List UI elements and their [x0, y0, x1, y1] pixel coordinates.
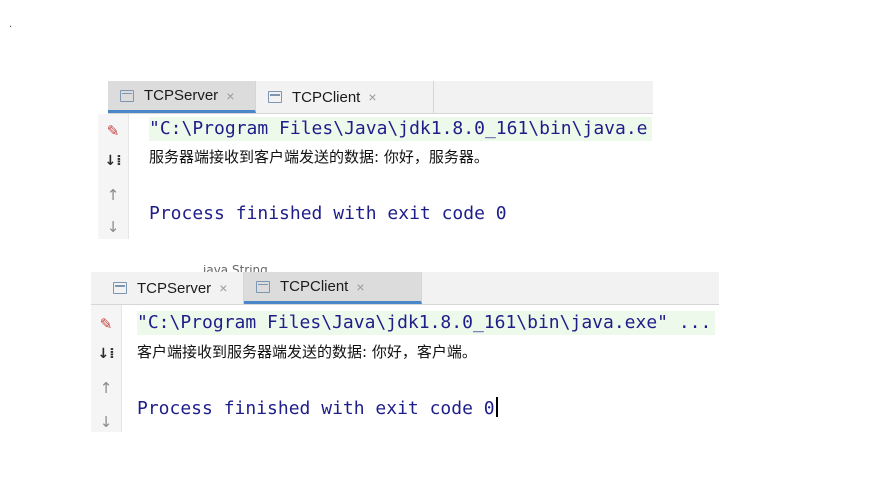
tab-tcpserver[interactable]: TCPServer ×: [108, 81, 256, 113]
soft-wrap-icon[interactable]: ↓⁞: [104, 152, 122, 170]
console-tab-icon: [268, 91, 282, 103]
text-cursor: [495, 397, 498, 417]
console-tab-icon: [120, 89, 134, 102]
console-toolbar: ✎ ↓⁞ ↑ ↓: [91, 305, 122, 432]
arrow-up-icon[interactable]: ↑: [97, 379, 115, 397]
soft-wrap-icon[interactable]: ↓⁞: [97, 345, 115, 363]
console-tab-icon: [256, 280, 270, 293]
program-output: 客户端接收到服务器端发送的数据: 你好，客户端。: [137, 343, 477, 361]
stray-marker: .: [9, 19, 13, 30]
exit-status: Process finished with exit code 0: [149, 203, 507, 224]
arrow-down-icon[interactable]: ↓: [97, 413, 115, 431]
exit-status-text: Process finished with exit code 0: [137, 398, 495, 419]
console-output[interactable]: "C:\Program Files\Java\jdk1.8.0_161\bin\…: [137, 305, 719, 432]
clear-console-icon[interactable]: ✎: [97, 315, 115, 333]
tab-label: TCPClient: [292, 88, 361, 106]
close-icon[interactable]: ×: [368, 89, 376, 105]
close-icon[interactable]: ×: [356, 279, 364, 295]
console-toolbar: ✎ ↓⁞ ↑ ↓: [98, 114, 129, 239]
clear-console-icon[interactable]: ✎: [104, 122, 122, 140]
console-output[interactable]: "C:\Program Files\Java\jdk1.8.0_161\bin\…: [149, 114, 653, 239]
console-tab-icon: [113, 282, 127, 294]
command-line: "C:\Program Files\Java\jdk1.8.0_161\bin\…: [137, 311, 716, 335]
command-line: "C:\Program Files\Java\jdk1.8.0_161\bin\…: [149, 117, 652, 141]
run-tab-bar: TCPServer × TCPClient ×: [108, 81, 653, 114]
exit-status: Process finished with exit code 0: [137, 397, 498, 421]
tab-tcpclient[interactable]: TCPClient ×: [256, 81, 434, 113]
run-tab-bar: TCPServer × TCPClient ×: [91, 272, 719, 305]
arrow-down-icon[interactable]: ↓: [104, 218, 122, 236]
tab-tcpserver[interactable]: TCPServer ×: [101, 272, 244, 304]
tab-label: TCPServer: [137, 279, 212, 297]
tab-label: TCPClient: [280, 278, 349, 295]
server-run-console: TCPServer × TCPClient × ✎ ↓⁞ ↑ ↓ "C:\Pro…: [98, 81, 653, 239]
tab-label: TCPServer: [144, 87, 219, 104]
client-run-console: TCPServer × TCPClient × ✎ ↓⁞ ↑ ↓ "C:\Pro…: [91, 272, 719, 432]
close-icon[interactable]: ×: [226, 88, 234, 104]
tab-tcpclient[interactable]: TCPClient ×: [244, 272, 422, 304]
arrow-up-icon[interactable]: ↑: [104, 186, 122, 204]
program-output: 服务器端接收到客户端发送的数据: 你好，服务器。: [149, 148, 489, 166]
close-icon[interactable]: ×: [219, 280, 227, 296]
